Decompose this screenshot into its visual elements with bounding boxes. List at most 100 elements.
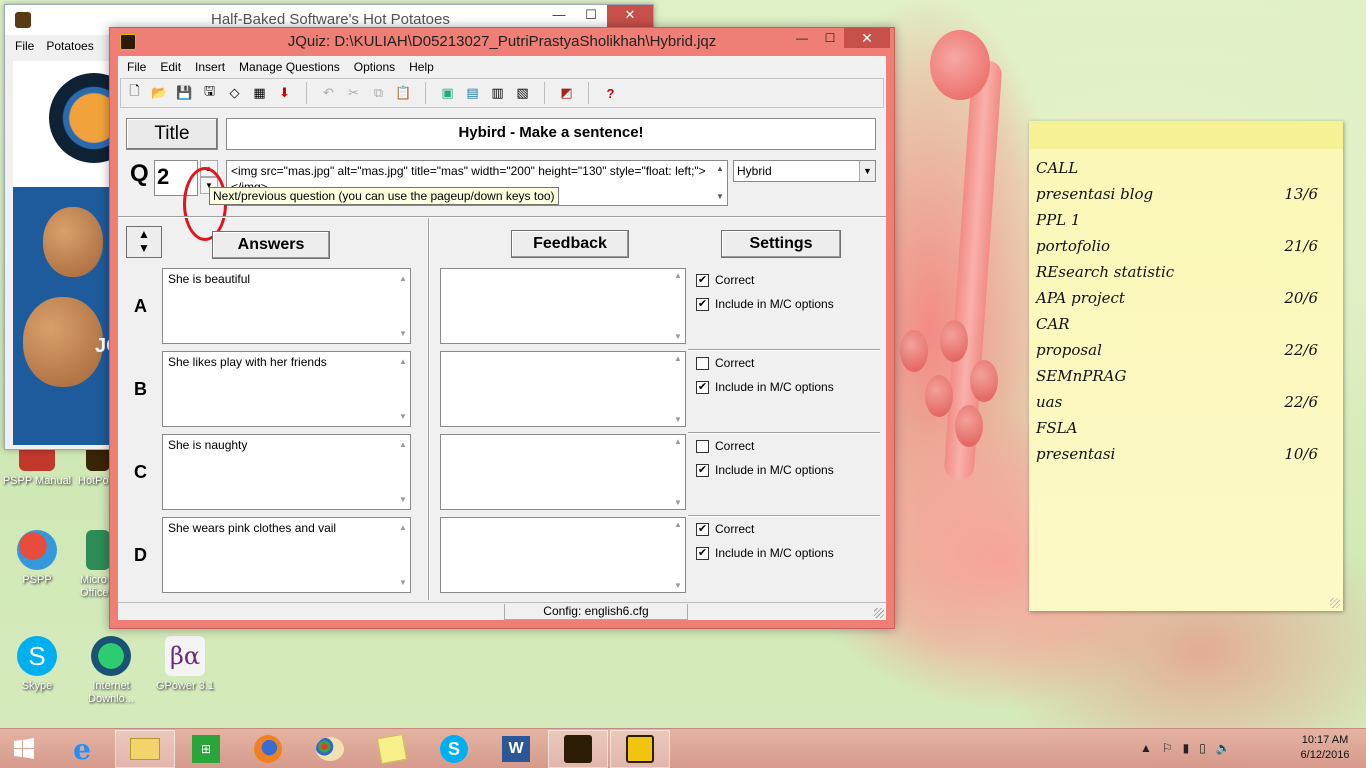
title-button[interactable]: Title	[126, 118, 218, 150]
desktop-icon-gpower[interactable]: βα GPower 3.1	[148, 636, 222, 693]
scrollbar[interactable]: ▲ ▼	[671, 435, 685, 509]
resize-grip-icon[interactable]	[1330, 598, 1340, 608]
include-b-checkbox[interactable]: ✔ Include in M/C options	[696, 380, 834, 394]
help-icon[interactable]: ?	[601, 84, 620, 103]
taskbar-sticky-notes[interactable]	[362, 730, 422, 768]
minimize-button[interactable]: —	[788, 28, 816, 48]
jquiz-app-icon[interactable]	[120, 34, 136, 50]
checkbox[interactable]	[696, 439, 709, 453]
taskbar-clock[interactable]: 10:17 AM 6/12/2016	[1290, 733, 1360, 763]
menu-help[interactable]: Help	[402, 56, 441, 78]
menu-potatoes[interactable]: Potatoes	[46, 35, 93, 57]
jquiz-splash-tile[interactable]: JQ	[13, 187, 122, 445]
open-folder-icon[interactable]: 📂	[150, 84, 169, 103]
correct-b-checkbox[interactable]: Correct	[696, 356, 754, 370]
correct-c-checkbox[interactable]: Correct	[696, 439, 754, 453]
include-a-checkbox[interactable]: ✔ Include in M/C options	[696, 297, 834, 311]
feedback-c-input[interactable]: ▲ ▼	[440, 434, 686, 510]
maximize-button[interactable]: ☐	[816, 28, 844, 48]
start-button[interactable]	[0, 730, 48, 768]
scrollbar[interactable]: ▲ ▼	[396, 435, 410, 509]
save-as-icon[interactable]: 🖫	[200, 83, 219, 103]
checkbox[interactable]: ✔	[696, 380, 709, 394]
web-export-icon[interactable]: ▥	[488, 84, 507, 103]
checkbox[interactable]: ✔	[696, 273, 709, 287]
answer-c-input[interactable]: She is naughty ▲ ▼	[162, 434, 411, 510]
taskbar-firefox[interactable]	[238, 730, 298, 768]
feedback-a-input[interactable]: ▲ ▼	[440, 268, 686, 344]
show-hidden-icons-icon[interactable]: ▲	[1140, 741, 1152, 755]
checkbox[interactable]: ✔	[696, 297, 709, 311]
answer-b-input[interactable]: She likes play with her friends ▲ ▼	[162, 351, 411, 427]
correct-d-checkbox[interactable]: ✔ Correct	[696, 522, 754, 536]
checkbox[interactable]	[696, 356, 709, 370]
answers-button[interactable]: Answers	[212, 231, 330, 259]
menu-insert[interactable]: Insert	[188, 56, 232, 78]
scrollbar[interactable]: ▲ ▼	[671, 518, 685, 592]
upload-arrow-icon[interactable]: ⬇	[275, 84, 294, 103]
taskbar-hotpotatoes[interactable]	[548, 730, 608, 768]
chevron-down-icon[interactable]: ▼	[859, 161, 875, 181]
undo-icon[interactable]: ↶	[319, 84, 338, 103]
answer-a-input[interactable]: She is beautiful ▲ ▼	[162, 268, 411, 344]
taskbar-store[interactable]: ⊞	[176, 730, 236, 768]
create-standard-page-icon[interactable]: ▣	[438, 84, 457, 103]
battery-icon[interactable]: ▯	[1199, 741, 1206, 755]
copy-icon[interactable]: ⧉	[369, 84, 388, 103]
feedback-b-input[interactable]: ▲ ▼	[440, 351, 686, 427]
reorder-answers-button[interactable]: ▲ ▼	[126, 226, 162, 258]
menu-file[interactable]: File	[120, 56, 153, 78]
answer-d-input[interactable]: She wears pink clothes and vail ▲ ▼	[162, 517, 411, 593]
checkbox[interactable]: ✔	[696, 463, 709, 477]
scrollbar[interactable]: ▲ ▼	[671, 352, 685, 426]
create-drag-drop-page-icon[interactable]: ▤	[463, 84, 482, 103]
jquiz-titlebar[interactable]: JQuiz: D:\KULIAH\D05213027_PutriPrastyaS…	[110, 28, 894, 56]
menu-options[interactable]: Options	[347, 56, 402, 78]
include-d-checkbox[interactable]: ✔ Include in M/C options	[696, 546, 834, 560]
scrollbar[interactable]: ▲ ▼	[396, 352, 410, 426]
sticky-note[interactable]: CALL presentasi blog 13/6 PPL 1 portofoli…	[1029, 121, 1343, 611]
config-icon[interactable]: ◩	[557, 84, 576, 103]
feedback-d-input[interactable]: ▲ ▼	[440, 517, 686, 593]
scorm-export-icon[interactable]: ▧	[513, 84, 532, 103]
minimize-button[interactable]: —	[543, 5, 575, 27]
save-icon[interactable]: 💾	[175, 84, 194, 103]
close-button[interactable]: ✕	[844, 28, 890, 48]
menu-file[interactable]: File	[15, 35, 34, 57]
taskbar-skype[interactable]: S	[424, 730, 484, 768]
menu-edit[interactable]: Edit	[153, 56, 188, 78]
paste-icon[interactable]: 📋	[394, 84, 413, 103]
taskbar-internet-explorer[interactable]: e	[52, 730, 112, 768]
menu-manage-questions[interactable]: Manage Questions	[232, 56, 347, 78]
cut-icon[interactable]: ✂	[344, 84, 363, 103]
network-icon[interactable]: ▮	[1183, 741, 1190, 755]
action-center-icon[interactable]: ⚐	[1162, 741, 1173, 755]
volume-icon[interactable]: 🔈	[1216, 741, 1231, 755]
taskbar-word[interactable]: W	[486, 730, 546, 768]
export-icon[interactable]: ▦	[250, 84, 269, 103]
jquiz-window[interactable]: JQuiz: D:\KULIAH\D05213027_PutriPrastyaS…	[109, 27, 895, 629]
checkbox[interactable]: ✔	[696, 546, 709, 560]
maximize-button[interactable]: ☐	[575, 5, 607, 27]
feedback-button[interactable]: Feedback	[511, 230, 629, 258]
question-scrollbar[interactable]: ▲ ▼	[713, 161, 727, 205]
scrollbar[interactable]: ▲ ▼	[671, 269, 685, 343]
scrollbar[interactable]: ▲ ▼	[396, 518, 410, 592]
taskbar-paint[interactable]	[300, 730, 360, 768]
create-web-page-icon[interactable]: ◇	[225, 84, 244, 103]
resize-grip-icon[interactable]	[874, 608, 884, 618]
scrollbar[interactable]: ▲ ▼	[396, 269, 410, 343]
include-c-checkbox[interactable]: ✔ Include in M/C options	[696, 463, 834, 477]
desktop-icon-skype[interactable]: S Skype	[0, 636, 74, 693]
taskbar-jquiz[interactable]	[610, 730, 670, 768]
sticky-note-header[interactable]	[1029, 121, 1343, 149]
close-button[interactable]: ✕	[607, 5, 653, 27]
quiz-title-input[interactable]: Hybird - Make a sentence!	[226, 118, 876, 150]
desktop-icon-pspp[interactable]: PSPP	[0, 530, 74, 587]
desktop-icon-microsoft-office[interactable]: Micro Office	[70, 530, 110, 600]
checkbox[interactable]: ✔	[696, 522, 709, 536]
correct-a-checkbox[interactable]: ✔ Correct	[696, 273, 754, 287]
settings-button[interactable]: Settings	[721, 230, 841, 258]
desktop-icon-internet-download-manager[interactable]: Internet Downlo...	[74, 636, 148, 706]
new-file-icon[interactable]: 🗋	[125, 83, 144, 103]
